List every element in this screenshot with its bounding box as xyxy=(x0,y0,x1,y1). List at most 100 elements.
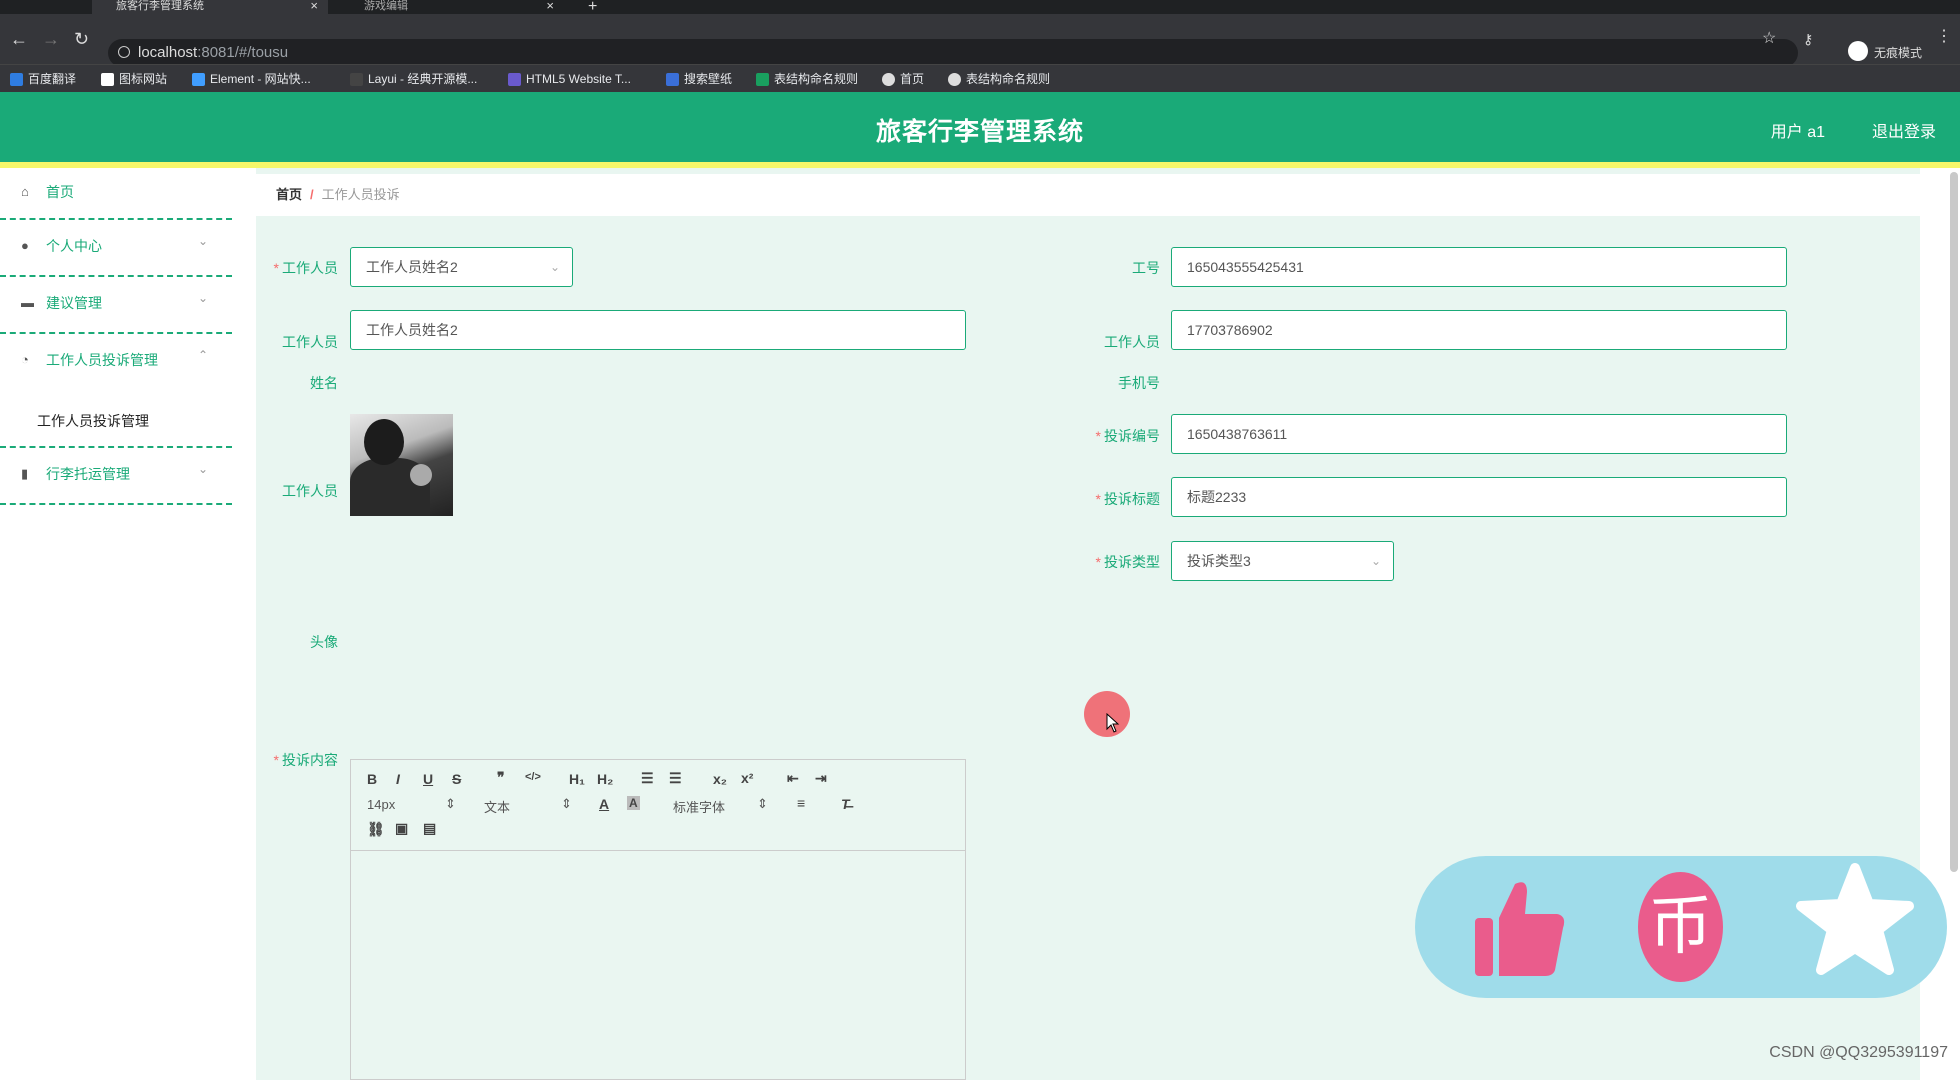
bookmark-label: 百度翻译 xyxy=(28,72,77,86)
image-icon[interactable]: ▣ xyxy=(395,820,408,837)
user-icon: ● xyxy=(21,238,29,253)
blockquote-icon[interactable]: ❞ xyxy=(497,769,505,786)
select-arrows-icon: ⇕ xyxy=(445,796,456,811)
sidebar-item-suggestions[interactable]: ▬ 建议管理 ⌄ xyxy=(0,277,232,334)
wallpaper-icon xyxy=(666,73,679,86)
complaint-title-input[interactable]: 标题2233 xyxy=(1171,477,1787,517)
font-size-select[interactable]: 14px xyxy=(367,797,395,812)
browser-tab-active[interactable]: 旅客行李管理系统 × xyxy=(92,0,328,14)
avatar-label-2: 头像 xyxy=(310,634,338,650)
staff-select[interactable]: 工作人员姓名2 ⌄ xyxy=(350,247,573,287)
star-icon[interactable] xyxy=(1795,862,1915,982)
bookmark-item[interactable]: 表结构命名规则 xyxy=(948,71,1050,87)
underline-icon[interactable]: U xyxy=(423,771,433,787)
link-icon[interactable]: ⛓ xyxy=(367,821,385,838)
tab-title: 旅客行李管理系统 xyxy=(116,0,204,12)
block-format-select[interactable]: 文本 xyxy=(484,797,510,816)
superscript-icon[interactable]: x² xyxy=(741,770,753,786)
app-title: 旅客行李管理系统 xyxy=(875,118,1084,146)
staff-phone-input[interactable]: 17703786902 xyxy=(1171,310,1787,350)
sidebar-item-label: 建议管理 xyxy=(46,295,102,311)
staff-select-label: * 工作人员 xyxy=(273,260,338,276)
background-color-icon[interactable]: A xyxy=(627,796,640,810)
browser-tab[interactable]: 游戏编辑 × xyxy=(340,0,564,14)
chevron-down-icon: ⌄ xyxy=(197,234,208,248)
back-icon[interactable]: ← xyxy=(10,30,28,48)
incognito-profile[interactable]: 无痕模式 xyxy=(1847,41,1922,61)
heading2-icon[interactable]: H₂ xyxy=(597,771,613,787)
font-family-select[interactable]: 标准字体 xyxy=(673,797,725,816)
staff-name-input[interactable]: 工作人员姓名2 xyxy=(350,310,966,350)
text-color-icon[interactable]: A xyxy=(599,796,609,812)
breadcrumb-current: 工作人员投诉 xyxy=(321,187,400,202)
bookmark-item[interactable]: 图标网站 xyxy=(101,71,167,87)
select-arrows-icon: ⇕ xyxy=(561,796,572,811)
chevron-down-icon: ⌄ xyxy=(197,291,208,305)
sidebar-item-luggage[interactable]: ▮ 行李托运管理 ⌄ xyxy=(0,448,232,505)
bars-icon: ▮ xyxy=(21,466,29,481)
bullet-list-icon[interactable]: ☰ xyxy=(669,770,682,787)
bookmark-star-icon[interactable]: ☆ xyxy=(1762,30,1776,48)
coin-icon[interactable]: 币 xyxy=(1638,872,1723,982)
sidebar-item-staff-complaints[interactable]: ◔ 工作人员投诉管理 ⌃ xyxy=(0,334,232,394)
job-no-input[interactable]: 165043555425431 xyxy=(1171,247,1787,287)
thumbs-up-icon[interactable] xyxy=(1475,878,1565,978)
bookmark-item[interactable]: HTML5 Website T... xyxy=(508,71,631,87)
job-no-label: 工号 xyxy=(1132,260,1160,276)
staff-select-value: 工作人员姓名2 xyxy=(366,259,458,275)
complaint-no-input[interactable]: 1650438763611 xyxy=(1171,414,1787,454)
sidebar-item-home[interactable]: ⌂ 首页 xyxy=(0,168,232,220)
rich-text-editor[interactable]: B I U S ❞ </> H₁ H₂ ☰ ☰ x₂ x² ⇤ ⇥ 14px ⇕… xyxy=(350,759,966,1080)
key-icon[interactable]: ⚷ xyxy=(1803,30,1813,48)
ordered-list-icon[interactable]: ☰ xyxy=(641,770,654,787)
bookmark-label: Layui - 经典开源模... xyxy=(368,72,478,86)
bookmark-item[interactable]: Element - 网站快... xyxy=(192,71,311,87)
current-user: 用户 a1 xyxy=(1770,124,1825,141)
strike-icon[interactable]: S xyxy=(452,771,461,787)
bookmark-item[interactable]: 百度翻译 xyxy=(10,71,76,87)
staff-avatar-image[interactable] xyxy=(350,414,453,516)
bookmark-label: 表结构命名规则 xyxy=(966,72,1051,86)
page-scrollbar[interactable] xyxy=(1950,172,1958,872)
code-icon[interactable]: </> xyxy=(525,771,541,783)
complaint-title-label: * 投诉标题 xyxy=(1095,491,1160,507)
bookmark-item[interactable]: 表结构命名规则 xyxy=(756,71,858,87)
site-info-icon[interactable] xyxy=(118,46,130,58)
bookmark-label: 图标网站 xyxy=(119,72,168,86)
heading1-icon[interactable]: H₁ xyxy=(569,771,585,787)
bookmark-label: HTML5 Website T... xyxy=(526,72,631,86)
submenu-item-staff-complaints[interactable]: 工作人员投诉管理 xyxy=(0,394,232,448)
sheet-icon xyxy=(756,73,769,86)
close-tab-icon[interactable]: × xyxy=(546,0,554,12)
close-tab-icon[interactable]: × xyxy=(310,0,318,12)
italic-icon[interactable]: I xyxy=(396,771,400,787)
sidebar-item-label: 行李托运管理 xyxy=(46,466,130,482)
breadcrumb-home[interactable]: 首页 xyxy=(276,187,302,202)
bookmark-item[interactable]: 首页 xyxy=(882,71,924,87)
url-input[interactable]: localhost:8081/#/tousu xyxy=(108,39,1798,67)
staff-phone-label: 工作人员 手机号 xyxy=(1104,334,1160,391)
sidebar-menu: ⌂ 首页 ● 个人中心 ⌄ ▬ 建议管理 ⌄ ◔ 工作人员投诉管理 ⌃ 工作人员… xyxy=(0,168,232,1080)
bookmark-item[interactable]: 搜索壁纸 xyxy=(666,71,732,87)
browser-menu-icon[interactable]: ⋮ xyxy=(1936,28,1952,46)
incognito-icon xyxy=(1847,41,1868,61)
bookmark-label: Element - 网站快... xyxy=(210,72,311,86)
outdent-icon[interactable]: ⇤ xyxy=(787,770,799,787)
bold-icon[interactable]: B xyxy=(367,771,377,787)
floating-action-panel: 币 xyxy=(1415,856,1947,998)
url-host: localhost xyxy=(138,44,198,61)
complaint-content-label: * 投诉内容 xyxy=(273,752,338,768)
video-icon[interactable]: ▤ xyxy=(423,820,436,837)
subscript-icon[interactable]: x₂ xyxy=(713,771,727,787)
complaint-no-label: * 投诉编号 xyxy=(1095,428,1160,444)
sidebar-item-personal-center[interactable]: ● 个人中心 ⌄ xyxy=(0,220,232,277)
forward-icon[interactable]: → xyxy=(42,30,60,48)
align-icon[interactable]: ≡ xyxy=(797,795,805,811)
breadcrumb: 首页 / 工作人员投诉 xyxy=(256,174,1920,216)
bookmark-item[interactable]: Layui - 经典开源模... xyxy=(350,71,477,87)
complaint-type-select[interactable]: 投诉类型3 ⌄ xyxy=(1171,541,1394,581)
clear-format-icon[interactable]: T̶ xyxy=(841,796,850,812)
indent-icon[interactable]: ⇥ xyxy=(815,770,827,787)
reload-icon[interactable]: ↻ xyxy=(74,30,89,48)
logout-link[interactable]: 退出登录 xyxy=(1872,118,1936,142)
